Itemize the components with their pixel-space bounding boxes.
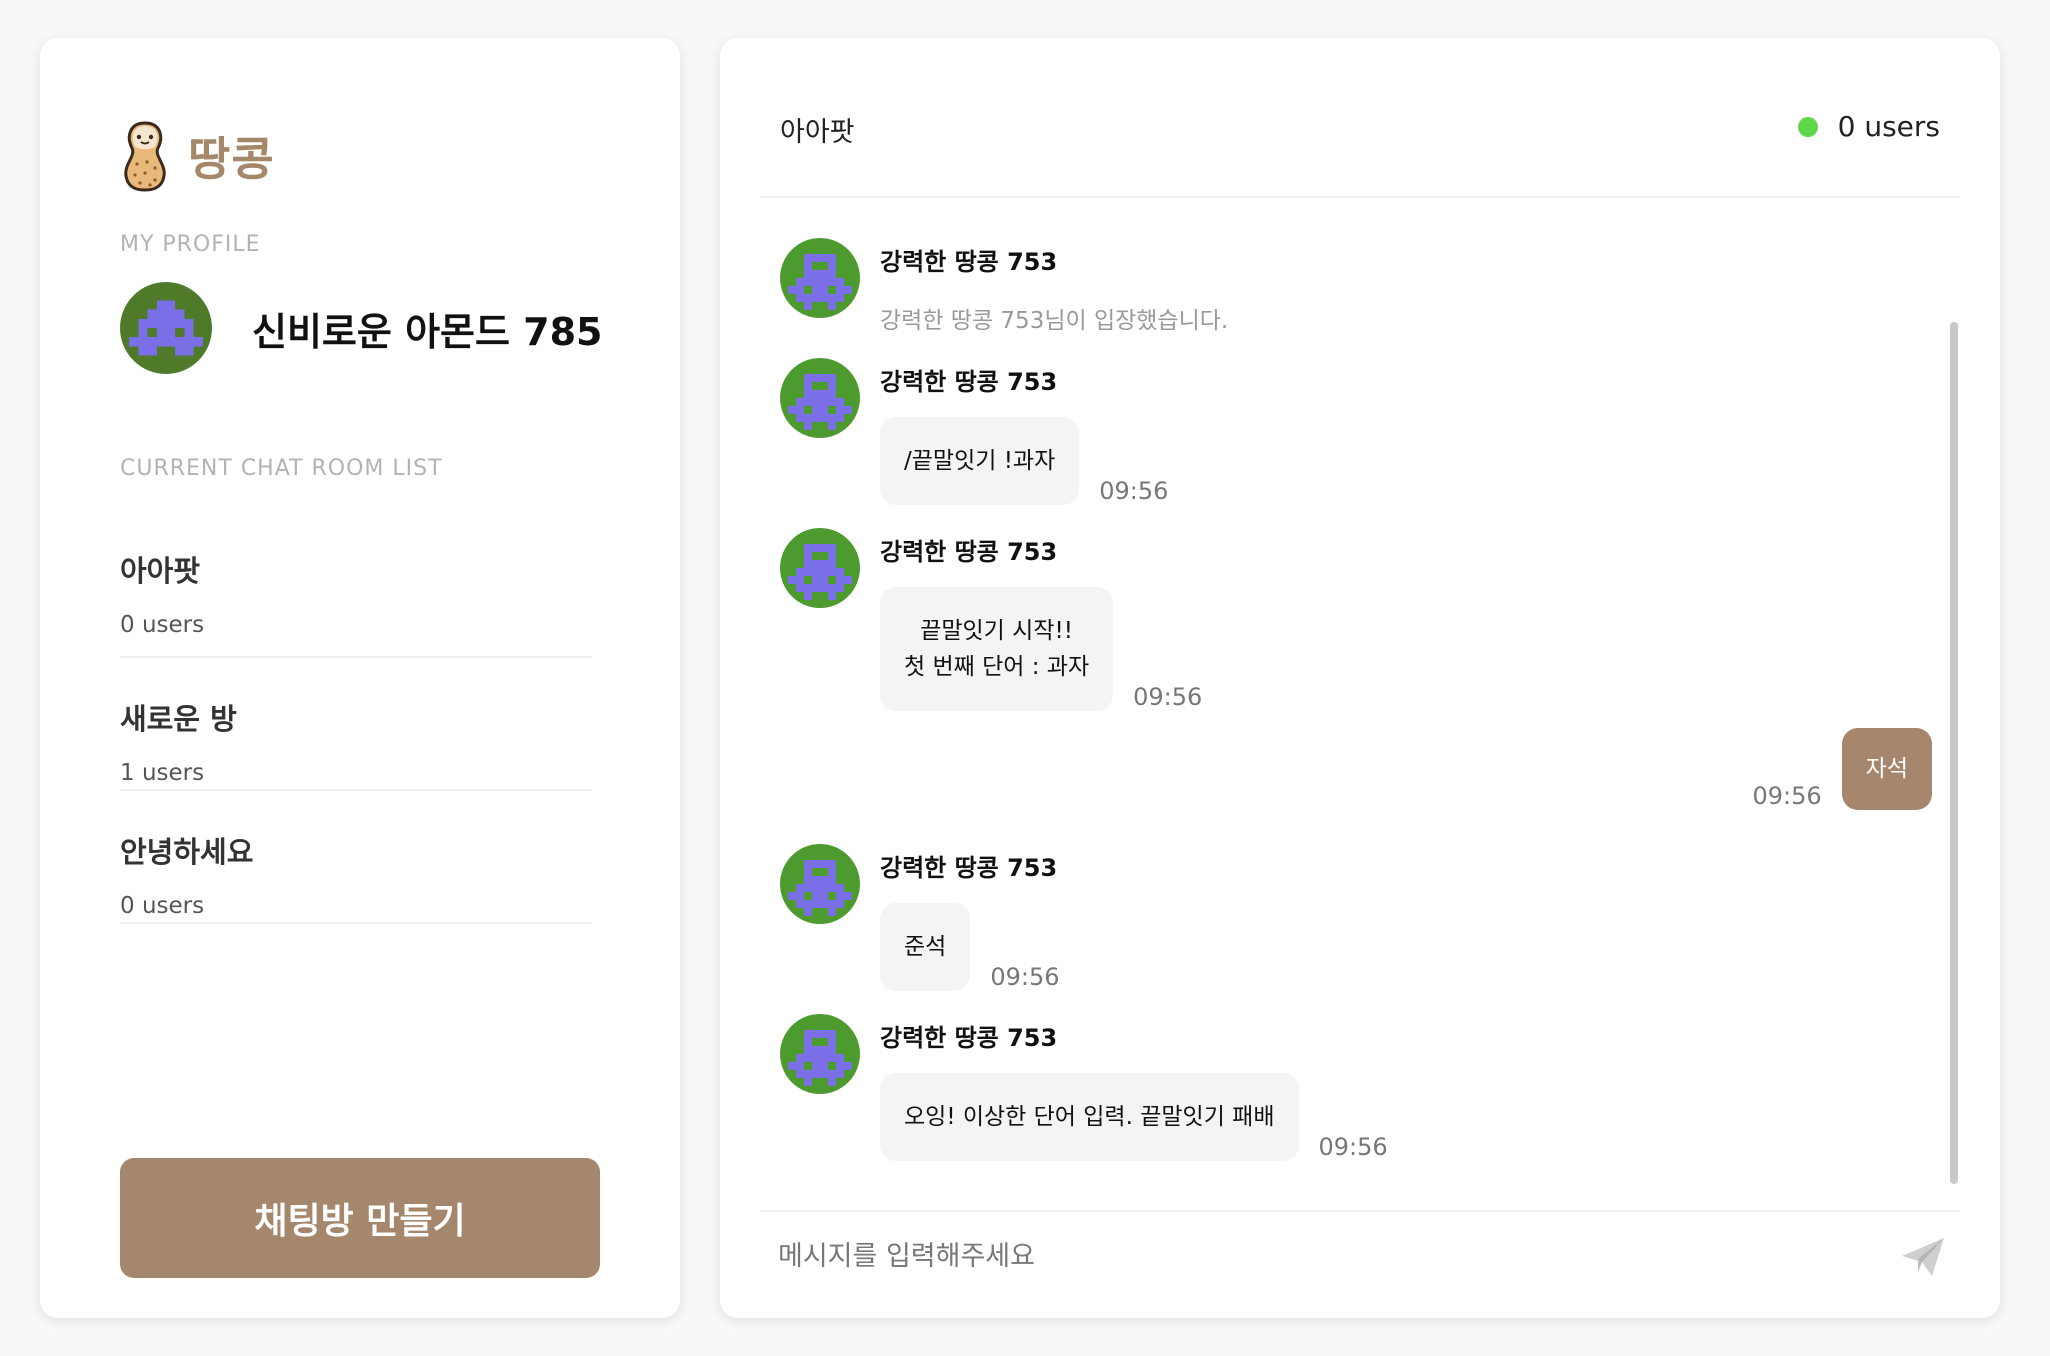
send-icon[interactable] [1898,1232,1948,1282]
message-input[interactable] [778,1228,1858,1284]
avatar [780,1014,860,1094]
message-time: 09:56 [1133,683,1203,711]
room-item-new-room[interactable]: 새로운 방 1 users [120,658,592,791]
brand-logo: 땅콩 [120,120,275,192]
system-message-text: 강력한 땅콩 753님이 입장했습니다. [880,308,1229,334]
avatar [780,844,860,924]
message-time: 09:56 [1318,1133,1388,1161]
room-list-label: CURRENT CHAT ROOM LIST [120,456,443,481]
avatar [780,238,860,318]
room-user-count: 0 users [120,612,205,638]
online-user-count: 0 users [1837,110,1940,143]
message-bubble: 끝말잇기 시작!! 첫 번째 단어 : 과자 [880,587,1114,711]
message-composer [760,1210,1960,1310]
message-time: 09:56 [1752,782,1822,810]
room-item-hello[interactable]: 안녕하세요 0 users [120,791,592,924]
message-list[interactable]: 강력한 땅콩 753 강력한 땅콩 753님이 입장했습니다. 강력한 땅콩 7… [720,198,2000,1248]
message-sender: 강력한 땅콩 753 [880,248,1058,276]
avatar [780,358,860,438]
message-time: 09:56 [1099,477,1169,505]
room-name: 안녕하세요 [120,835,254,869]
chat-room-title: 아아팟 [780,117,855,148]
avatar [780,528,860,608]
sidebar-panel: 땅콩 MY PROFILE 신비로운 아몬드 785 CURRENT CHAT … [40,38,680,1318]
peanut-icon [124,121,166,192]
room-item-aapat[interactable]: 아아팟 0 users [120,508,592,658]
room-user-count: 1 users [120,760,205,786]
message-bubble: 준석 [880,903,971,991]
my-message-bubble: 자석 [1841,728,1932,810]
message-item: 강력한 땅콩 753 준석 09:56 [780,844,1060,991]
message-item: 강력한 땅콩 753 /끝말잇기 !과자 09:56 [780,358,1168,505]
online-status: 0 users [1797,110,1940,143]
create-room-button[interactable]: 채팅방 만들기 [120,1158,600,1278]
online-dot-icon [1797,116,1818,137]
scrollbar[interactable] [1950,322,1958,1184]
chat-header: 아아팟 0 users [760,38,1960,198]
room-list: 아아팟 0 users 새로운 방 1 users 안녕하세요 0 users [120,508,592,924]
avatar [120,282,212,374]
my-message-item: 09:56 자석 [1752,728,1932,810]
room-name: 새로운 방 [120,702,237,736]
room-name: 아아팟 [120,554,201,588]
my-profile: 신비로운 아몬드 785 [120,282,603,374]
message-sender: 강력한 땅콩 753 [880,368,1058,396]
message-sender: 강력한 땅콩 753 [880,854,1058,882]
message-item: 강력한 땅콩 753 끝말잇기 시작!! 첫 번째 단어 : 과자 09:56 [780,528,1202,711]
room-user-count: 0 users [120,893,205,919]
profile-name: 신비로운 아몬드 785 [252,309,603,354]
chat-panel: 아아팟 0 users 강력한 땅콩 753 강력한 땅콩 753님이 입장했습… [720,38,2000,1318]
brand-name: 땅콩 [188,132,275,186]
message-time: 09:56 [990,963,1060,991]
message-bubble: /끝말잇기 !과자 [880,417,1080,505]
my-profile-label: MY PROFILE [120,232,261,257]
message-bubble: 오잉! 이상한 단어 입력. 끝말잇기 패배 [880,1073,1299,1161]
message-item: 강력한 땅콩 753 오잉! 이상한 단어 입력. 끝말잇기 패배 09:56 [780,1014,1388,1161]
message-sender: 강력한 땅콩 753 [880,1024,1058,1052]
message-item: 강력한 땅콩 753 강력한 땅콩 753님이 입장했습니다. [780,238,1228,335]
message-sender: 강력한 땅콩 753 [880,538,1058,566]
